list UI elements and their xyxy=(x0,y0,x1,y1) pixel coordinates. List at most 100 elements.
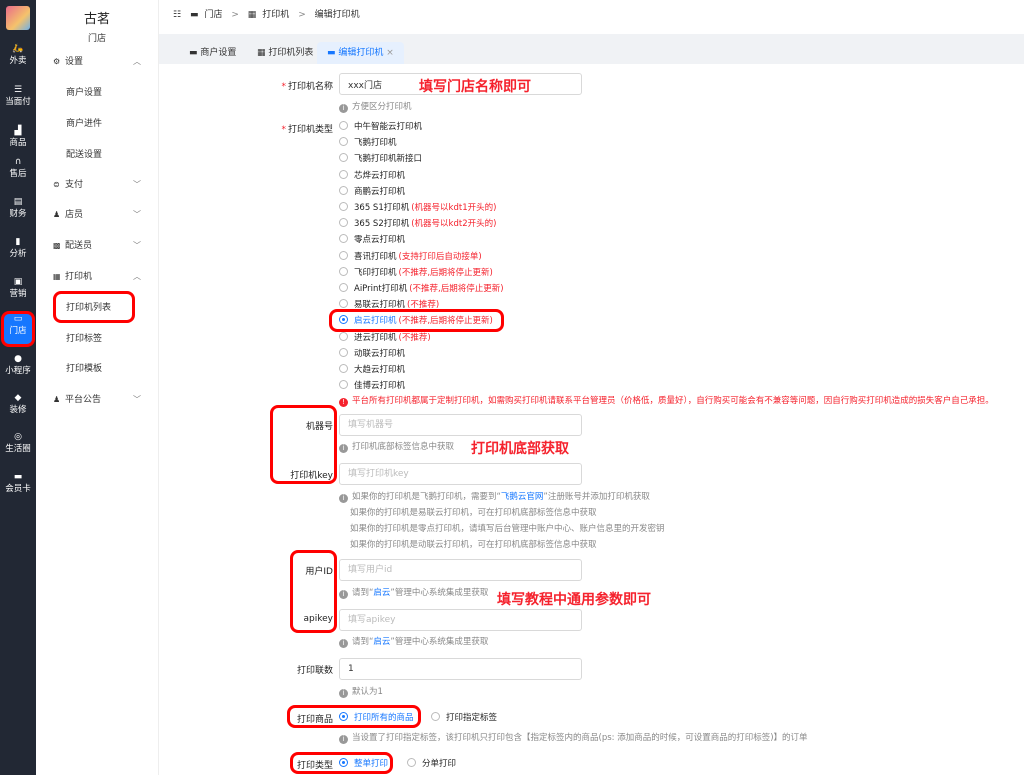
menu-merchant-onboard[interactable]: 商户进件 xyxy=(66,115,102,133)
printer-type-name: 365 S2打印机 xyxy=(354,219,410,230)
printer-type-note: (支持打印后自动接单) xyxy=(398,251,482,262)
rail-item-3[interactable]: ∩ 售后 xyxy=(0,157,36,187)
printer-type-option[interactable]: 飞鹅打印机 xyxy=(339,136,397,150)
close-icon[interactable]: × xyxy=(386,48,394,58)
announce-icon: ♟ xyxy=(53,395,61,404)
annotation-store-name: 填写门店名称即可 xyxy=(419,79,531,95)
rail-item-5[interactable]: ▮ 分析 xyxy=(0,237,36,267)
copies-hint: i 默认为1 xyxy=(339,685,383,698)
rail-item-11[interactable]: ▬ 会员卡 xyxy=(0,472,36,502)
printer-key-input[interactable] xyxy=(339,463,582,485)
printer-type-option[interactable]: 进云打印机 (不推荐) xyxy=(339,331,431,345)
rail-item-label: 商品 xyxy=(9,138,27,148)
copies-input[interactable] xyxy=(339,658,582,680)
info-icon: i xyxy=(339,104,348,113)
annotation-tutorial-params: 填写教程中通用参数即可 xyxy=(497,592,651,608)
printer-type-option[interactable]: 365 S2打印机 (机器号以kdt2开头的) xyxy=(339,217,496,231)
printer-type-option[interactable]: 365 S1打印机 (机器号以kdt1开头的) xyxy=(339,201,496,215)
breadcrumb-separator: > xyxy=(298,10,306,20)
copies-label: 打印联数 xyxy=(296,666,333,676)
qiyun-link[interactable]: 启云 xyxy=(373,588,390,598)
highlight-store-rail xyxy=(1,311,35,347)
store-icon: ▬ xyxy=(189,10,199,20)
rail-item-10[interactable]: ◎ 生活圈 xyxy=(0,432,36,462)
printer-type-option[interactable]: 飞印打印机 (不推荐,后期将停止更新) xyxy=(339,266,493,280)
highlight-uid-apikey xyxy=(290,550,337,633)
printer-type-option[interactable]: 零点云打印机 xyxy=(339,233,405,247)
printer-type-option[interactable]: 中午智能云打印机 xyxy=(339,120,422,134)
printer-type-name: 零点云打印机 xyxy=(354,235,406,246)
rail-item-6[interactable]: ▣ 营销 xyxy=(0,277,36,307)
printer-type-option[interactable]: 飞鹅打印机新接口 xyxy=(339,152,422,166)
highlight-print-type xyxy=(290,752,393,774)
radio-dot xyxy=(339,218,348,228)
menu-printer[interactable]: ▦ 打印机 ︿ xyxy=(36,268,159,286)
chevron-up-icon: ︿ xyxy=(133,57,141,66)
rail-item-1[interactable]: ☰ 当面付 xyxy=(0,85,36,115)
qiyun-link[interactable]: 启云 xyxy=(373,637,390,647)
printer-type-option[interactable]: 佳博云打印机 xyxy=(339,379,405,393)
highlight-machine-key xyxy=(270,405,337,484)
rail-item-label: 小程序 xyxy=(5,366,31,376)
radio-dot xyxy=(339,266,348,276)
printer-type-name: 大趋云打印机 xyxy=(354,365,406,375)
user-id-hint: i 请到“启云”管理中心系统集成里获取 xyxy=(339,586,488,599)
breadcrumb-store[interactable]: 门店 xyxy=(204,10,222,20)
breadcrumb-separator: > xyxy=(231,10,239,20)
printer-type-option[interactable]: AiPrint打印机 (不推荐,后期将停止更新) xyxy=(339,282,504,296)
menu-delivery-settings[interactable]: 配送设置 xyxy=(66,146,102,164)
chat-icon: ● xyxy=(14,354,22,364)
menu-staff[interactable]: ♟ 店员 ﹀ xyxy=(36,206,159,224)
printer-type-name: 中午智能云打印机 xyxy=(354,122,423,132)
radio-split-print[interactable]: 分单打印 xyxy=(407,757,456,771)
menu-settings[interactable]: ⚙ 设置 ︿ xyxy=(36,53,159,71)
radio-print-tag-goods[interactable]: 打印指定标签 xyxy=(431,711,497,725)
menu-print-label[interactable]: 打印标签 xyxy=(66,330,102,348)
store-icon: ▬ xyxy=(189,48,201,58)
radio-dot xyxy=(339,185,348,195)
printer-type-option[interactable]: 大趋云打印机 xyxy=(339,363,405,377)
rail-item-8[interactable]: ● 小程序 xyxy=(0,354,36,384)
printer-type-option[interactable]: 芯烨云打印机 xyxy=(339,169,405,183)
finance-icon: ▤ xyxy=(13,197,23,207)
radio-dot xyxy=(339,137,348,147)
collapse-menu-icon[interactable]: ☷ xyxy=(173,10,181,20)
tab-edit-printer[interactable]: ▬ 编辑打印机 × xyxy=(317,42,404,64)
menu-courier[interactable]: ▩ 配送员 ﹀ xyxy=(36,237,159,255)
printer-type-note: (不推荐,后期将停止更新) xyxy=(409,284,504,294)
printer-type-option[interactable]: 商鹏云打印机 xyxy=(339,185,405,199)
rail-item-0[interactable]: 🛵 外卖 xyxy=(0,44,36,74)
menu-pay[interactable]: ⊜ 支付 ﹀ xyxy=(36,176,159,194)
courier-icon: ▩ xyxy=(53,241,61,250)
menu-print-template[interactable]: 打印模板 xyxy=(66,360,102,378)
feie-website-link[interactable]: 飞鹅云官网 xyxy=(501,492,544,502)
chart-icon: ▮ xyxy=(15,237,21,247)
tab-merchant-settings[interactable]: ▬ 商户设置 xyxy=(179,42,246,64)
chevron-up-icon: ︿ xyxy=(133,272,141,281)
rail-item-4[interactable]: ▤ 财务 xyxy=(0,197,36,227)
app-logo[interactable] xyxy=(6,6,30,30)
radio-dot xyxy=(339,153,348,163)
rail-item-9[interactable]: ◆ 装修 xyxy=(0,393,36,423)
user-id-input[interactable] xyxy=(339,559,582,581)
radio-dot xyxy=(339,169,348,179)
printer-key-hint-2: 如果你的打印机是易联云打印机，可在打印机底部标签信息中获取 xyxy=(350,508,597,518)
tab-printer-list[interactable]: ▦ 打印机列表 xyxy=(247,42,323,64)
store-name: 古茗 xyxy=(83,12,110,27)
rail-item-label: 财务 xyxy=(9,209,27,219)
info-icon: i xyxy=(339,689,348,698)
circle-icon: ◎ xyxy=(14,432,22,442)
menu-merchant-settings[interactable]: 商户设置 xyxy=(66,84,102,102)
menu-announce[interactable]: ♟ 平台公告 ﹀ xyxy=(36,391,159,409)
shop-icon: ▟ xyxy=(14,126,22,136)
rail-item-2[interactable]: ▟ 商品 xyxy=(0,126,36,156)
breadcrumb-printer[interactable]: 打印机 xyxy=(262,10,289,20)
rail-item-label: 会员卡 xyxy=(5,484,31,494)
pay-icon: ⊜ xyxy=(53,180,60,189)
brush-icon: ◆ xyxy=(14,393,22,403)
machine-no-input[interactable] xyxy=(339,414,582,436)
printer-type-option[interactable]: 动联云打印机 xyxy=(339,347,405,361)
warning-icon: ! xyxy=(339,398,348,407)
apikey-input[interactable] xyxy=(339,609,582,631)
printer-type-option[interactable]: 喜讯打印机 (支持打印后自动接单) xyxy=(339,250,482,264)
